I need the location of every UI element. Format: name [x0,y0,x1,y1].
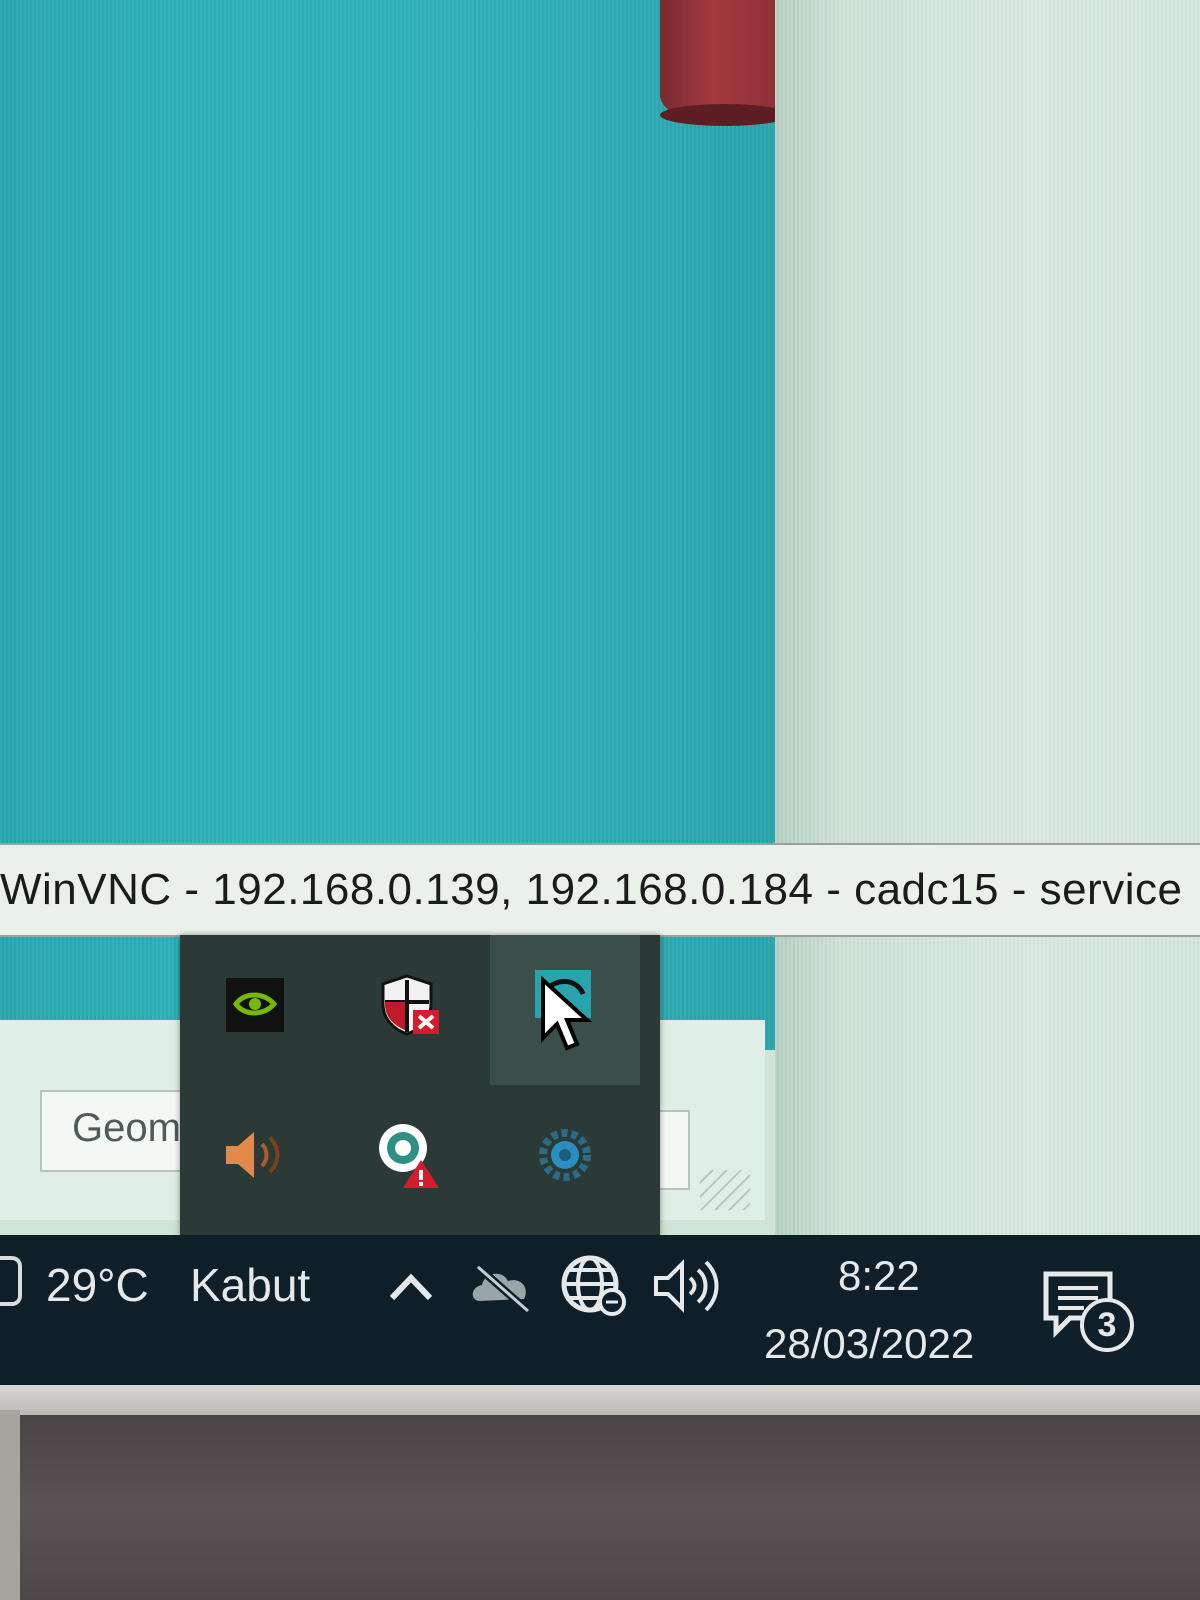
tray-item-app-warning[interactable] [335,1085,485,1225]
right-panel [775,0,1200,1240]
clock-date[interactable]: 28/03/2022 [764,1320,974,1368]
winvnc-icon [535,970,593,1051]
clock-time[interactable]: 8:22 [838,1252,920,1300]
tray-item-winvnc[interactable] [490,935,640,1085]
tray-item-nvidia[interactable] [180,935,330,1075]
action-center-button[interactable]: 3 [1040,1268,1150,1368]
monitor-bezel-edge [0,1385,1200,1415]
notification-count-badge: 3 [1080,1298,1134,1352]
speaker-icon [226,1132,280,1178]
windows-security-icon [381,974,439,1036]
tray-item-settings[interactable] [490,1085,640,1225]
weather-icon [0,1256,22,1306]
monitor-bezel-left [0,1410,20,1600]
app-warning-icon [379,1124,439,1188]
network-globe-icon[interactable] [558,1252,628,1318]
monitor-screen: Geom WinVNC - 192.168.0.139, 192.168.0.1… [0,0,1200,1390]
settings-gear-icon [539,1129,591,1181]
chevron-up-icon[interactable] [386,1268,436,1304]
volume-icon[interactable] [650,1258,722,1314]
weather-condition[interactable]: Kabut [190,1258,310,1312]
onedrive-offline-icon[interactable] [466,1255,538,1315]
monitor-bezel [0,1415,1200,1600]
tray-overflow-flyout [180,935,660,1237]
nvidia-icon [226,978,284,1032]
tray-item-security[interactable] [335,935,485,1075]
tray-item-volume[interactable] [180,1085,330,1225]
weather-temperature[interactable]: 29°C [46,1258,149,1312]
red-3d-model [660,0,790,126]
tray-tooltip: WinVNC - 192.168.0.139, 192.168.0.184 - … [0,843,1200,937]
resize-grip-icon[interactable] [700,1170,750,1210]
